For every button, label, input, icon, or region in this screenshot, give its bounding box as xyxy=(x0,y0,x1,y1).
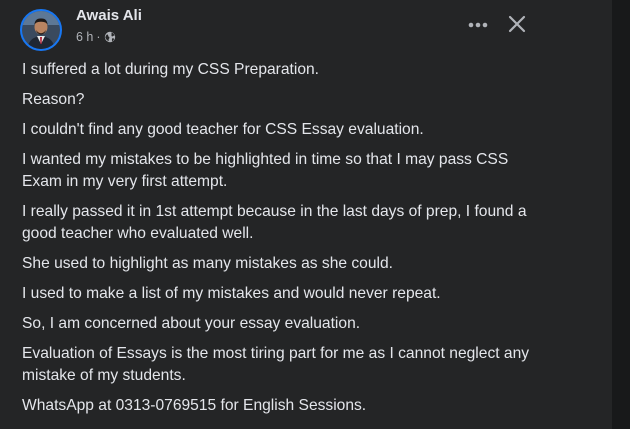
avatar-image xyxy=(22,11,60,49)
post-paragraph: WhatsApp at 0313-0769515 for English Ses… xyxy=(22,397,367,414)
post-paragraph: Reason? xyxy=(22,91,85,108)
post-meta: 6 h · xyxy=(76,30,116,44)
globe-icon[interactable] xyxy=(104,31,116,43)
close-button[interactable] xyxy=(501,8,533,40)
post-text: I suffered a lot during my CSS Preparati… xyxy=(22,59,542,425)
post-card: Awais Ali 6 h · I suffered a lot during … xyxy=(0,0,612,429)
more-horizontal-icon xyxy=(468,22,488,28)
meta-separator: · xyxy=(96,30,101,44)
post-paragraph: She used to highlight as many mistakes a… xyxy=(22,255,393,272)
post-paragraph: So, I am concerned about your essay eval… xyxy=(22,315,361,332)
post-paragraph: I couldn't find any good teacher for CSS… xyxy=(22,121,424,138)
page-background xyxy=(612,0,630,429)
close-icon xyxy=(508,15,526,33)
post-time[interactable]: 6 h xyxy=(76,30,93,44)
author-name[interactable]: Awais Ali xyxy=(76,7,142,24)
post-paragraph: I wanted my mistakes to be highlighted i… xyxy=(22,151,509,190)
post-paragraph: I really passed it in 1st attempt becaus… xyxy=(22,203,527,242)
post-paragraph: I suffered a lot during my CSS Preparati… xyxy=(22,61,320,78)
post-paragraph: Evaluation of Essays is the most tiring … xyxy=(22,345,530,384)
more-options-button[interactable] xyxy=(463,10,493,40)
post-paragraph: I used to make a list of my mistakes and… xyxy=(22,285,441,302)
author-avatar[interactable] xyxy=(20,9,62,51)
